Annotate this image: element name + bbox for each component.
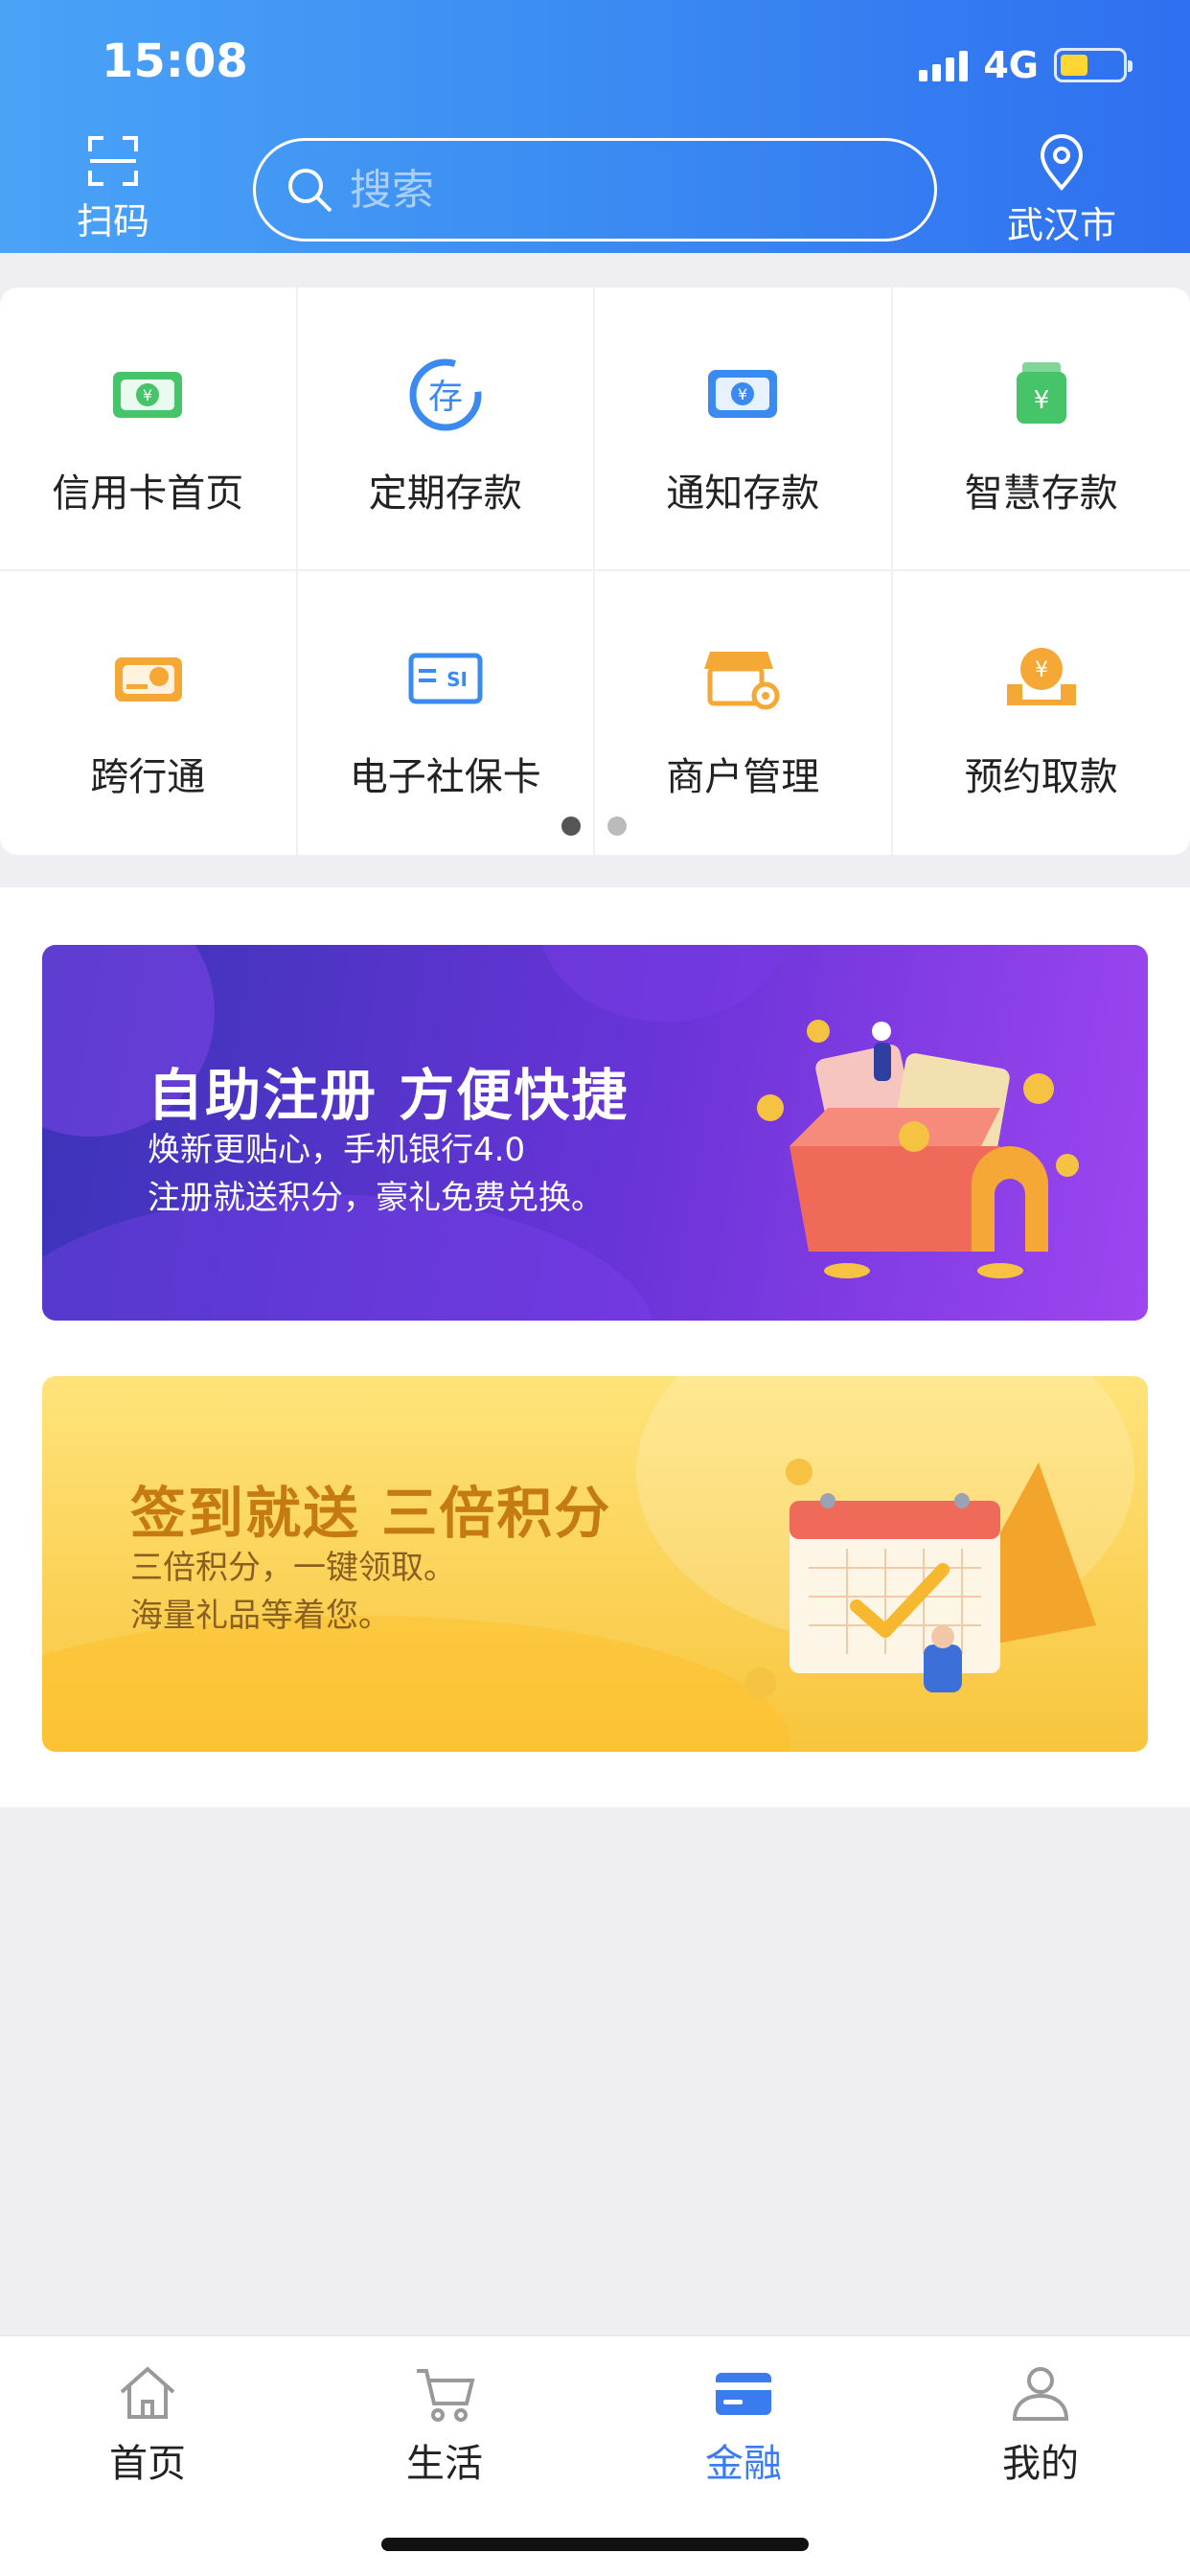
svg-text:SI: SI <box>446 668 468 691</box>
banner-subtitle: 三倍积分，一键领取。 <box>130 1549 456 1587</box>
svg-text:¥: ¥ <box>1035 658 1048 682</box>
page-dot <box>607 816 627 836</box>
tab-label: 我的 <box>1002 2442 1079 2486</box>
search-input[interactable] <box>350 165 886 215</box>
banner-subtitle: 注册就送积分，豪礼免费兑换。 <box>148 1179 604 1217</box>
grid-item-credit-card[interactable]: ¥ 信用卡首页 <box>0 288 298 571</box>
signal-icon <box>919 49 969 81</box>
home-icon <box>120 2366 175 2419</box>
grid-item-label: 信用卡首页 <box>52 472 244 516</box>
scan-label: 扫码 <box>76 200 149 242</box>
tab-life[interactable]: 生活 <box>358 2359 531 2488</box>
svg-text:存: 存 <box>428 378 463 417</box>
tab-label: 首页 <box>109 2442 186 2486</box>
calendar-illustration <box>745 1459 1096 1698</box>
gift-box-illustration <box>757 1020 1079 1278</box>
cart-icon <box>417 2369 475 2422</box>
service-grid: ¥ 信用卡首页 存 定期存款 ¥ 通知存款 ¥ 智慧存款 跨行通 SI 电子社保… <box>0 288 1190 855</box>
banner-subtitle: 海量礼品等着您。 <box>130 1597 391 1635</box>
banner-section: 自助注册 方便快捷 焕新更贴心，手机银行4.0 注册就送积分，豪礼免费兑换。 签… <box>0 887 1190 1807</box>
search-bar[interactable] <box>253 138 937 242</box>
grid-item-reserve-withdraw[interactable]: ¥ 预约取款 <box>893 571 1190 855</box>
scan-button[interactable]: 扫码 <box>59 134 167 244</box>
tab-label: 金融 <box>705 2442 782 2486</box>
person-icon <box>1012 2367 1069 2421</box>
interbank-icon <box>115 657 183 702</box>
page-dot-active <box>561 816 581 836</box>
banner-register[interactable]: 自助注册 方便快捷 焕新更贴心，手机银行4.0 注册就送积分，豪礼免费兑换。 <box>42 945 1148 1321</box>
banner-subtitle: 焕新更贴心，手机银行4.0 <box>148 1131 526 1169</box>
tab-home[interactable]: 首页 <box>61 2359 234 2488</box>
merchant-manage-icon <box>704 652 780 710</box>
grid-item-label: 定期存款 <box>368 472 522 516</box>
grid-item-smart-deposit[interactable]: ¥ 智慧存款 <box>892 288 1190 571</box>
svg-text:¥: ¥ <box>738 385 747 403</box>
location-pin-icon <box>1040 134 1084 192</box>
search-icon <box>288 169 332 213</box>
tab-finance[interactable]: 金融 <box>657 2359 830 2488</box>
banner-checkin[interactable]: 签到就送 三倍积分 三倍积分，一键领取。 海量礼品等着您。 <box>42 1376 1148 1752</box>
page-indicator <box>561 816 627 836</box>
grid-item-interbank[interactable]: 跨行通 <box>0 571 298 855</box>
status-time: 15:08 <box>102 34 248 88</box>
reserve-withdraw-icon: ¥ <box>1006 648 1076 705</box>
banner-title: 自助注册 方便快捷 <box>148 1063 629 1128</box>
tab-label: 生活 <box>406 2442 483 2486</box>
deposit-icon: 存 <box>409 358 482 431</box>
svg-text:¥: ¥ <box>143 386 152 404</box>
home-indicator <box>381 2538 809 2551</box>
banner-title: 签到就送 三倍积分 <box>130 1481 612 1546</box>
scan-icon <box>86 134 140 188</box>
tab-mine[interactable]: 我的 <box>954 2359 1127 2488</box>
header: 15:08 4G 扫码 武汉市 <box>0 0 1190 253</box>
network-type: 4G <box>983 44 1039 86</box>
location-label: 武汉市 <box>1006 204 1116 246</box>
grid-item-notice-deposit[interactable]: ¥ 通知存款 <box>595 288 893 571</box>
grid-item-label: 电子社保卡 <box>349 755 541 799</box>
smart-deposit-icon: ¥ <box>1016 362 1066 424</box>
grid-item-label: 跨行通 <box>90 755 206 799</box>
credit-card-icon: ¥ <box>113 372 183 418</box>
grid-item-label: 商户管理 <box>666 755 820 799</box>
grid-item-social-security[interactable]: SI 电子社保卡 <box>298 571 595 855</box>
svg-text:¥: ¥ <box>1033 386 1049 415</box>
grid-item-label: 智慧存款 <box>964 472 1118 516</box>
grid-item-merchant[interactable]: 商户管理 <box>595 571 893 855</box>
grid-item-fixed-deposit[interactable]: 存 定期存款 <box>297 288 595 571</box>
card-icon <box>716 2373 771 2415</box>
status-bar-right: 4G <box>919 44 1133 86</box>
location-button[interactable]: 武汉市 <box>985 134 1138 248</box>
social-security-card-icon: SI <box>408 653 483 704</box>
notice-deposit-icon: ¥ <box>708 370 778 418</box>
battery-icon <box>1054 48 1133 82</box>
grid-item-label: 预约取款 <box>964 755 1118 799</box>
grid-item-label: 通知存款 <box>666 472 820 516</box>
